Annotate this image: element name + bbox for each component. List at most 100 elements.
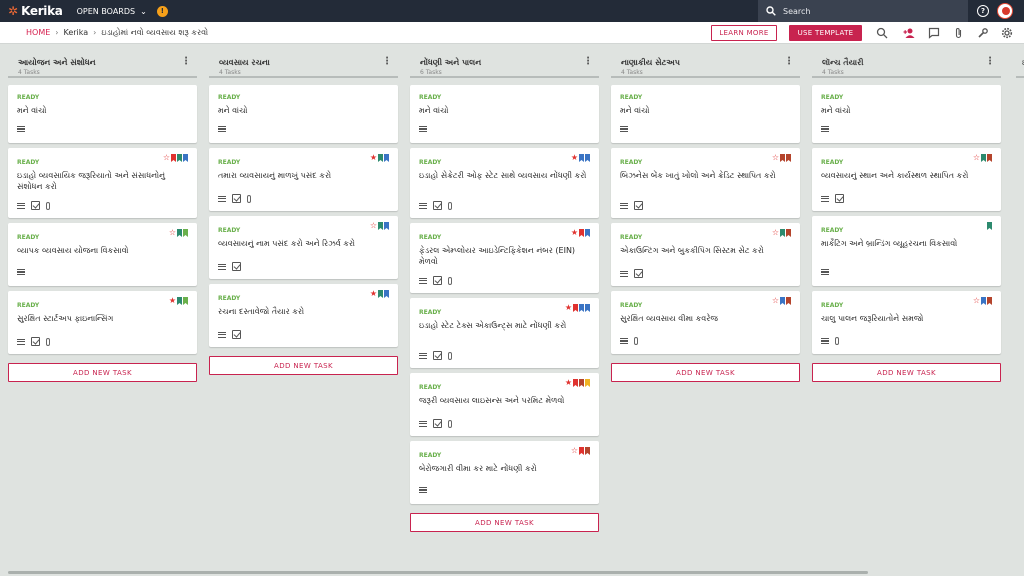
task-card-icons (218, 262, 241, 271)
task-status: READY (218, 159, 241, 166)
more-vertical-icon[interactable]: ⋮ (784, 57, 794, 67)
task-card[interactable]: READY બિઝનેસ બેંક ખાતું ખોલો અને ક્રેડિટ … (611, 148, 800, 218)
star-icon[interactable]: ☆ (370, 222, 377, 230)
more-vertical-icon[interactable]: ⋮ (382, 57, 392, 67)
task-title: મને વાંચો (419, 106, 449, 115)
task-card-icons (218, 330, 241, 339)
help-icon[interactable]: ? (977, 5, 989, 17)
search-icon[interactable] (876, 27, 888, 39)
task-title: ફેડરલ એમ્પ્લોયર આઇડેન્ટિફિકેશન નંબર (EIN… (419, 246, 576, 266)
open-boards-menu[interactable]: OPEN BOARDS ⌄ (77, 7, 147, 16)
task-card[interactable]: READY જરૂરી વ્યવસાય લાઇસન્સ અને પરમિટ મેળ… (410, 373, 599, 436)
star-icon[interactable]: ★ (169, 297, 176, 305)
breadcrumb-home[interactable]: HOME (26, 28, 50, 37)
task-card[interactable]: READY સુરક્ષિત સ્ટાર્ટઅપ ફાઇનાન્સિંગ ★ (8, 291, 197, 354)
add-new-task-button[interactable]: ADD NEW TASK (209, 356, 398, 375)
checklist-icon (634, 269, 643, 278)
star-icon[interactable]: ★ (565, 379, 572, 387)
task-title: ઇડાહો સેક્રેટરી ઓફ સ્ટેટ સાથે વ્યવસાય નો… (419, 171, 587, 180)
task-title: વ્યવસાયનું સ્થાન અને કાર્યસ્થળ સ્થાપિત ક… (821, 171, 969, 180)
star-icon[interactable]: ★ (565, 304, 572, 312)
app-logo[interactable]: ✲ Kerika (8, 4, 63, 18)
star-icon[interactable]: ★ (370, 290, 377, 298)
task-flags: ★ (571, 229, 590, 237)
attachment-icon (634, 337, 638, 345)
task-card[interactable]: READY મને વાંચો (8, 85, 197, 143)
add-new-task-button[interactable]: ADD NEW TASK (812, 363, 1001, 382)
task-card[interactable]: READY ચાલુ પાલન જરૂરિયાતોને સમજો ☆ (812, 291, 1001, 354)
task-card[interactable]: READY મને વાંચો (410, 85, 599, 143)
star-icon[interactable]: ☆ (169, 229, 176, 237)
checklist-icon (433, 351, 442, 360)
learn-more-button[interactable]: LEARN MORE (711, 25, 777, 41)
star-icon[interactable]: ★ (370, 154, 377, 162)
task-card-icons (218, 194, 251, 203)
task-card[interactable]: READY વ્યવસાયનું સ્થાન અને કાર્યસ્થળ સ્થા… (812, 148, 1001, 211)
task-card[interactable]: READY ઇડાહો વ્યવસાયિક જરૂરિયાતો અને સંસાધ… (8, 148, 197, 218)
star-icon[interactable]: ☆ (973, 154, 980, 162)
task-flags: ★ (571, 154, 590, 162)
task-flags: ☆ (163, 154, 188, 162)
column-title[interactable]: આયોજન અને સંશોધન (18, 58, 96, 68)
scrollbar-thumb[interactable] (8, 571, 868, 574)
star-icon[interactable]: ☆ (163, 154, 170, 162)
star-icon[interactable]: ☆ (772, 154, 779, 162)
more-vertical-icon[interactable]: ⋮ (583, 57, 593, 67)
board-column: નાણાકીય સેટઅપ 4 Tasks ⋮ READY મને વાંચો READY… (611, 52, 800, 382)
breadcrumb: HOME › Kerika › ઇડાહોમાં નવો વ્યવસાય શરૂ… (26, 28, 208, 38)
column-title[interactable]: વ્યવસાય રચના (219, 58, 270, 68)
add-new-task-button[interactable]: ADD NEW TASK (611, 363, 800, 382)
add-new-task-button[interactable]: ADD NEW TASK (8, 363, 197, 382)
task-card[interactable]: READY મને વાંચો (812, 85, 1001, 143)
star-icon[interactable]: ★ (571, 154, 578, 162)
description-icon (419, 126, 427, 132)
chevron-right-icon: › (93, 28, 97, 37)
bookmark-tag-icon (384, 290, 389, 298)
notification-badge[interactable]: ! (156, 5, 168, 17)
task-card[interactable]: READY બેરોજગારી વીમા કર માટે નોંધણી કરો ☆ (410, 441, 599, 504)
breadcrumb-item-kerika[interactable]: Kerika (63, 28, 88, 37)
gear-icon[interactable] (1001, 27, 1013, 39)
task-card-icons (821, 269, 829, 275)
star-icon[interactable]: ☆ (772, 229, 779, 237)
search-input[interactable]: Search (758, 0, 968, 22)
more-vertical-icon[interactable]: ⋮ (985, 57, 995, 67)
star-icon[interactable]: ☆ (772, 297, 779, 305)
task-title: બેરોજગારી વીમા કર માટે નોંધણી કરો (419, 464, 537, 473)
use-template-button[interactable]: USE TEMPLATE (789, 25, 862, 41)
bookmark-tag-icon (585, 447, 590, 455)
task-card[interactable]: READY ફેડરલ એમ્પ્લોયર આઇડેન્ટિફિકેશન નંબર… (410, 223, 599, 293)
bookmark-tag-icon (780, 229, 785, 237)
more-vertical-icon[interactable]: ⋮ (181, 57, 191, 67)
wrench-icon[interactable] (977, 27, 989, 39)
bookmark-tag-icon (981, 297, 986, 305)
column-title[interactable]: લૉન્ચ તૈયારી (822, 58, 864, 68)
task-card[interactable]: READY ઇડાહો સેક્રેટરી ઓફ સ્ટેટ સાથે વ્યવસ… (410, 148, 599, 218)
attachment-icon[interactable] (953, 27, 965, 39)
task-card[interactable]: READY વ્યવસાયનું નામ પસંદ કરો અને રિઝર્વ … (209, 216, 398, 279)
column-title[interactable]: નોંધણી અને પાલન (420, 58, 481, 68)
star-icon[interactable]: ☆ (973, 297, 980, 305)
task-card[interactable]: READY મને વાંચો (209, 85, 398, 143)
chat-icon[interactable] (928, 27, 940, 39)
task-card[interactable]: READY એકાઉન્ટિંગ અને બુકકીપિંગ સિસ્ટમ સેટ… (611, 223, 800, 286)
task-card[interactable]: READY વ્યાપક વ્યવસાય યોજના વિકસાવો ☆ (8, 223, 197, 286)
task-status: READY (17, 94, 40, 101)
task-card[interactable]: READY ઇડાહો સ્ટેટ ટેક્સ એકાઉન્ટ્સ માટે નો… (410, 298, 599, 368)
task-status: READY (620, 234, 643, 241)
add-person-icon[interactable] (903, 27, 915, 39)
task-card[interactable]: READY માર્કેટિંગ અને બ્રાન્ડિંગ વ્યૂહરચના… (812, 216, 1001, 286)
checklist-icon (433, 201, 442, 210)
horizontal-scrollbar[interactable] (0, 569, 1024, 576)
add-new-task-button[interactable]: ADD NEW TASK (410, 513, 599, 532)
board-column: વ્યવસાય રચના 4 Tasks ⋮ READY મને વાંચો READY ત… (209, 52, 398, 375)
task-card[interactable]: READY તમારા વ્યવસાયનું માળખું પસંદ કરો ★ (209, 148, 398, 211)
star-icon[interactable]: ☆ (571, 447, 578, 455)
task-card[interactable]: READY રચના દસ્તાવેજો તૈયાર કરો ★ (209, 284, 398, 347)
column-title[interactable]: નાણાકીય સેટઅપ (621, 58, 680, 68)
avatar[interactable] (997, 3, 1013, 19)
task-card[interactable]: READY સુરક્ષિત વ્યવસાય વીમા કવરેજ ☆ (611, 291, 800, 354)
star-icon[interactable]: ★ (571, 229, 578, 237)
attachment-icon (46, 201, 50, 210)
task-card[interactable]: READY મને વાંચો (611, 85, 800, 143)
